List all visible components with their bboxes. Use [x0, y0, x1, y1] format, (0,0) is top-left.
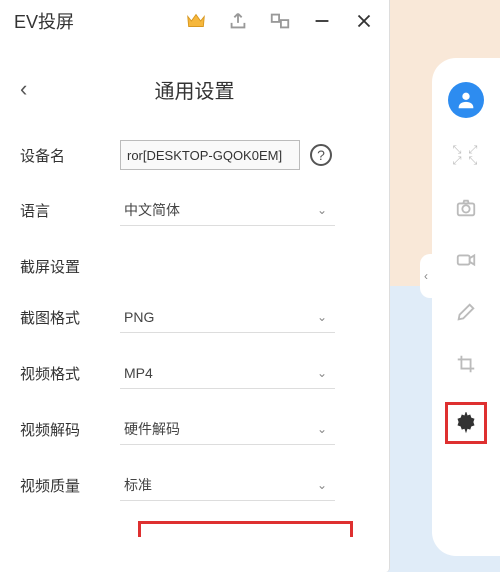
fullscreen-icon[interactable]: ⤡ ⤢⤢ ⤡ [452, 142, 480, 170]
video-decode-value: 硬件解码 [124, 419, 180, 439]
right-sidebar: ⤡ ⤢⤢ ⤡ [432, 58, 500, 556]
app-title: EV投屏 [14, 8, 74, 34]
video-decode-label: 视频解码 [20, 419, 120, 440]
crown-icon[interactable] [185, 10, 207, 32]
close-button[interactable] [353, 10, 375, 32]
chevron-down-icon: ⌄ [317, 310, 327, 324]
screenshot-format-value: PNG [124, 309, 154, 325]
video-format-label: 视频格式 [20, 363, 120, 384]
help-icon[interactable]: ? [310, 144, 332, 166]
video-quality-value: 标准 [124, 475, 152, 495]
avatar[interactable] [448, 82, 484, 118]
crop-icon[interactable] [452, 350, 480, 378]
video-quality-label: 视频质量 [20, 475, 120, 496]
language-select[interactable]: 中文简体 ⌄ [120, 194, 335, 226]
settings-window: EV投屏 ‹ 通用设置 设备名 ? 语言 中文简 [0, 0, 390, 572]
screenshot-section-title: 截屏设置 [20, 256, 369, 277]
language-value: 中文简体 [124, 200, 180, 220]
share-icon[interactable] [227, 10, 249, 32]
screenshot-format-label: 截图格式 [20, 307, 120, 328]
highlight-box [138, 521, 353, 537]
video-icon[interactable] [452, 246, 480, 274]
chevron-down-icon: ⌄ [317, 203, 327, 217]
minimize-button[interactable] [311, 10, 333, 32]
chevron-down-icon: ⌄ [317, 478, 327, 492]
content: ‹ 通用设置 设备名 ? 语言 中文简体 ⌄ 截屏设置 截图格式 PNG ⌄ 视… [0, 62, 389, 537]
titlebar: EV投屏 [0, 0, 389, 42]
video-quality-select[interactable]: 标准 ⌄ [120, 469, 335, 501]
back-button[interactable]: ‹ [20, 76, 50, 102]
collapse-handle[interactable]: ‹ [420, 254, 432, 298]
camera-icon[interactable] [452, 194, 480, 222]
chevron-down-icon: ⌄ [317, 366, 327, 380]
brush-icon[interactable] [452, 298, 480, 326]
window-split-icon[interactable] [269, 10, 291, 32]
settings-highlight [445, 402, 487, 444]
device-name-input[interactable] [120, 140, 300, 170]
chevron-down-icon: ⌄ [317, 422, 327, 436]
video-format-select[interactable]: MP4 ⌄ [120, 357, 335, 389]
language-label: 语言 [20, 200, 120, 221]
gear-icon[interactable] [452, 409, 480, 437]
video-format-value: MP4 [124, 365, 153, 381]
video-decode-select[interactable]: 硬件解码 ⌄ [120, 413, 335, 445]
page-title: 通用设置 [50, 75, 339, 104]
device-name-label: 设备名 [20, 145, 120, 166]
screenshot-format-select[interactable]: PNG ⌄ [120, 301, 335, 333]
